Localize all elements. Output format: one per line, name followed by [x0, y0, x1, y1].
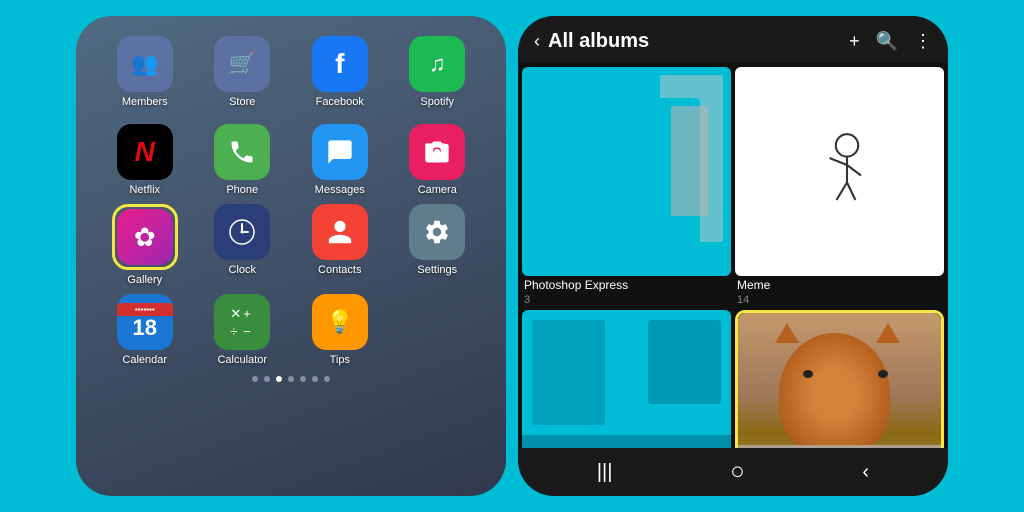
messages-label: Messages: [315, 184, 365, 196]
spotify-icon: ♫: [409, 36, 465, 92]
app-contacts[interactable]: Contacts: [300, 204, 380, 286]
telegram-highlight-box: [735, 310, 944, 448]
app-phone[interactable]: Phone: [202, 124, 282, 196]
more-button[interactable]: ⋮: [914, 31, 932, 52]
settings-icon: [409, 204, 465, 260]
dot-6: [312, 376, 318, 382]
photoshop-express-thumb: [522, 67, 731, 276]
tips-icon: 💡: [312, 294, 368, 350]
phone-left: 👥 Members 🛒 Store f Facebook ♫ Spotify N: [76, 16, 506, 496]
apps-row-3: ✿ Gallery Clock: [96, 204, 486, 286]
store-icon: 🛒: [214, 36, 270, 92]
calendar-label: Calendar: [122, 354, 167, 366]
apps-grid: N Netflix Phone Messages: [96, 124, 486, 366]
app-members[interactable]: 👥 Members: [105, 36, 185, 108]
calculator-label: Calculator: [217, 354, 267, 366]
phone-right: ‹ All albums + 🔍 ⋮ Photoshop Express 3: [518, 16, 948, 496]
app-netflix[interactable]: N Netflix: [105, 124, 185, 196]
app-spotify[interactable]: ♫ Spotify: [397, 36, 477, 108]
app-messages[interactable]: Messages: [300, 124, 380, 196]
search-button[interactable]: 🔍: [876, 31, 898, 52]
back-nav-button[interactable]: ‹: [862, 461, 869, 484]
family-thumb: [522, 310, 731, 448]
album-family[interactable]: Family 6: [522, 310, 731, 448]
meme-name: Meme: [735, 278, 944, 292]
settings-label: Settings: [417, 264, 457, 276]
dot-7: [324, 376, 330, 382]
gallery-icon: ✿: [117, 209, 173, 265]
meme-count: 14: [735, 294, 944, 306]
stick-figure-svg: [805, 127, 875, 217]
calendar-icon: ▪▪▪▪▪▪▪ 18: [117, 294, 173, 350]
page-dots: [252, 376, 330, 382]
spotify-label: Spotify: [420, 96, 454, 108]
telegram-thumb: [738, 313, 941, 448]
members-icon: 👥: [117, 36, 173, 92]
gallery-label: Gallery: [127, 274, 162, 286]
clock-icon: [214, 204, 270, 260]
main-container: 👥 Members 🛒 Store f Facebook ♫ Spotify N: [12, 11, 1012, 501]
back-button[interactable]: ‹: [534, 31, 540, 52]
tips-label: Tips: [330, 354, 350, 366]
top-apps-row: 👥 Members 🛒 Store f Facebook ♫ Spotify: [96, 36, 486, 108]
gallery-header: ‹ All albums + 🔍 ⋮: [518, 16, 948, 63]
phone-icon: [214, 124, 270, 180]
netflix-label: Netflix: [129, 184, 160, 196]
photoshop-express-count: 3: [522, 294, 731, 306]
clock-label: Clock: [228, 264, 256, 276]
app-settings[interactable]: Settings: [397, 204, 477, 286]
meme-thumb: [735, 67, 944, 276]
dot-1: [252, 376, 258, 382]
members-label: Members: [122, 96, 168, 108]
facebook-icon: f: [312, 36, 368, 92]
recent-apps-button[interactable]: |||: [597, 461, 613, 484]
contacts-label: Contacts: [318, 264, 361, 276]
bottom-nav: ||| ○ ‹: [518, 448, 948, 496]
messages-icon: [312, 124, 368, 180]
albums-grid: Photoshop Express 3: [518, 63, 948, 448]
camera-icon: [409, 124, 465, 180]
dot-3: [276, 376, 282, 382]
app-calculator[interactable]: ✕+ ÷− Calculator: [202, 294, 282, 366]
app-calendar[interactable]: ▪▪▪▪▪▪▪ 18 Calendar: [105, 294, 185, 366]
app-gallery[interactable]: ✿ Gallery: [105, 204, 185, 286]
app-clock[interactable]: Clock: [202, 204, 282, 286]
album-photoshop-express[interactable]: Photoshop Express 3: [522, 67, 731, 306]
apps-row-2: N Netflix Phone Messages: [96, 124, 486, 196]
camera-label: Camera: [418, 184, 457, 196]
gallery-highlight: ✿: [112, 204, 178, 270]
facebook-label: Facebook: [316, 96, 364, 108]
app-camera[interactable]: Camera: [397, 124, 477, 196]
photoshop-express-name: Photoshop Express: [522, 278, 731, 292]
add-button[interactable]: +: [849, 31, 860, 52]
gallery-title: All albums: [548, 30, 841, 53]
calculator-icon: ✕+ ÷−: [214, 294, 270, 350]
dot-5: [300, 376, 306, 382]
contacts-icon: [312, 204, 368, 260]
phone-label: Phone: [226, 184, 258, 196]
apps-row-4: ▪▪▪▪▪▪▪ 18 Calendar ✕+ ÷− Calculator: [96, 294, 486, 366]
header-actions: + 🔍 ⋮: [849, 31, 932, 52]
app-store[interactable]: 🛒 Store: [202, 36, 282, 108]
app-facebook[interactable]: f Facebook: [300, 36, 380, 108]
album-meme[interactable]: Meme 14: [735, 67, 944, 306]
album-telegram[interactable]: Telegram 6: [735, 310, 944, 448]
store-label: Store: [229, 96, 255, 108]
netflix-icon: N: [117, 124, 173, 180]
dot-4: [288, 376, 294, 382]
home-button[interactable]: ○: [730, 458, 745, 486]
dot-2: [264, 376, 270, 382]
app-tips[interactable]: 💡 Tips: [300, 294, 380, 366]
